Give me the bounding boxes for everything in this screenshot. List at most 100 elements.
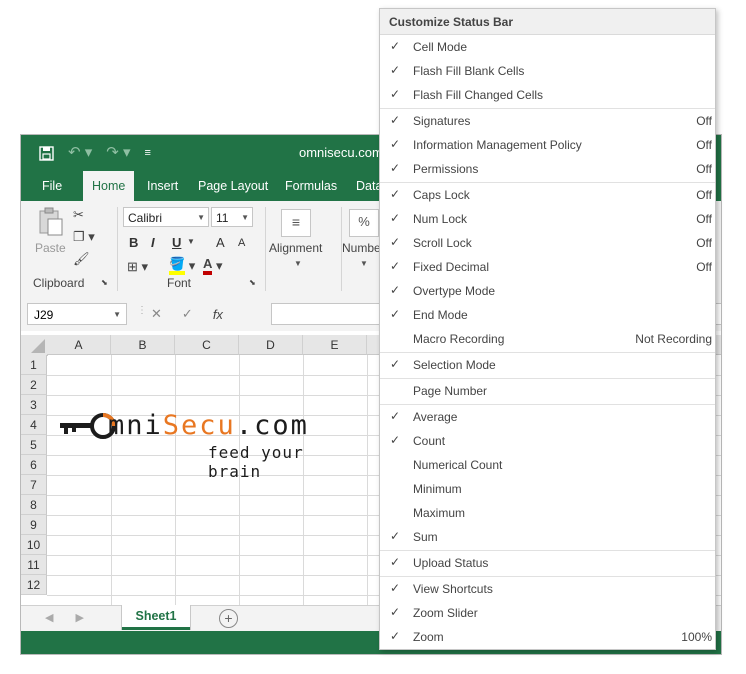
menu-item-overtype-mode[interactable]: ✓ Overtype Mode	[380, 279, 715, 303]
italic-button[interactable]: I	[151, 235, 155, 250]
menu-item-numerical-count[interactable]: Numerical Count	[380, 453, 715, 477]
menu-item-end-mode[interactable]: ✓ End Mode	[380, 303, 715, 327]
tab-page-layout[interactable]: Page Layout	[189, 171, 277, 201]
next-sheet-icon[interactable]: ▶	[75, 611, 83, 624]
menu-item-permissions[interactable]: ✓ Permissions Off	[380, 157, 715, 181]
menu-item-view-shortcuts[interactable]: ✓ View Shortcuts	[380, 577, 715, 601]
increase-font-button[interactable]: A	[216, 235, 225, 250]
copy-icon[interactable]: ❐ ▾	[73, 229, 95, 245]
align-icon: ≡	[281, 209, 311, 237]
row-header[interactable]: 4	[21, 415, 47, 435]
row-header[interactable]: 5	[21, 435, 47, 455]
menu-item-cell-mode[interactable]: ✓ Cell Mode	[380, 35, 715, 59]
menu-item-upload-status[interactable]: ✓ Upload Status	[380, 551, 715, 575]
column-header[interactable]: E	[303, 335, 367, 355]
menu-item-label: Information Management Policy	[413, 138, 582, 152]
row-header[interactable]: 6	[21, 455, 47, 475]
checkmark-icon: ✓	[390, 187, 401, 201]
tab-insert[interactable]: Insert	[138, 171, 187, 201]
paste-label: Paste	[35, 241, 66, 255]
add-sheet-icon[interactable]: +	[219, 609, 238, 628]
checkmark-icon: ✓	[390, 357, 401, 371]
decrease-font-button[interactable]: A	[238, 237, 245, 249]
row-header[interactable]: 10	[21, 535, 47, 555]
checkmark-icon: ✓	[390, 433, 401, 447]
menu-item-value: Not Recording	[635, 332, 712, 346]
menu-item-label: Cell Mode	[413, 40, 468, 54]
underline-button[interactable]: U	[172, 235, 181, 250]
format-painter-icon[interactable]: 🖌	[73, 251, 90, 267]
menu-item-signatures[interactable]: ✓ Signatures Off	[380, 109, 715, 133]
save-icon[interactable]	[39, 145, 54, 161]
row-header[interactable]: 1	[21, 355, 47, 375]
menu-item-label: Page Number	[413, 384, 488, 398]
menu-item-label: Macro Recording	[413, 332, 505, 346]
menu-item-flash-fill-changed-cells[interactable]: ✓ Flash Fill Changed Cells	[380, 83, 715, 107]
alignment-button[interactable]: ≡ Alignment ▼	[269, 207, 333, 271]
menu-item-label: Sum	[413, 530, 438, 544]
menu-item-scroll-lock[interactable]: ✓ Scroll Lock Off	[380, 231, 715, 255]
cut-icon[interactable]: ✂	[73, 207, 84, 223]
insert-function-icon[interactable]: fx	[213, 307, 223, 322]
row-header[interactable]: 8	[21, 495, 47, 515]
chevron-down-icon[interactable]: ▼	[187, 237, 195, 246]
menu-item-value: Off	[696, 212, 712, 226]
menu-item-zoom[interactable]: ✓ Zoom 100%	[380, 625, 715, 649]
dialog-launcher-icon[interactable]: ⬊	[101, 278, 108, 287]
tab-formulas[interactable]: Formulas	[276, 171, 346, 201]
menu-item-zoom-slider[interactable]: ✓ Zoom Slider	[380, 601, 715, 625]
select-all-corner[interactable]	[21, 335, 48, 356]
more-icon: ⋮	[137, 305, 147, 316]
paste-button[interactable]: Paste	[33, 207, 69, 263]
bold-button[interactable]: B	[129, 235, 138, 250]
menu-item-minimum[interactable]: Minimum	[380, 477, 715, 501]
percent-icon: %	[349, 209, 379, 237]
menu-item-page-number[interactable]: Page Number	[380, 379, 715, 403]
font-color-icon[interactable]: A ▾	[203, 257, 223, 275]
row-header[interactable]: 2	[21, 375, 47, 395]
tab-home[interactable]: Home	[83, 171, 135, 201]
fill-color-icon[interactable]: 🪣 ▾	[169, 257, 195, 275]
row-header[interactable]: 9	[21, 515, 47, 535]
customize-qat-icon[interactable]: ≡	[145, 143, 151, 163]
column-header[interactable]: C	[175, 335, 239, 355]
menu-item-information-management-policy[interactable]: ✓ Information Management Policy Off	[380, 133, 715, 157]
checkmark-icon: ✓	[390, 629, 401, 643]
column-header[interactable]: D	[239, 335, 303, 355]
cancel-icon[interactable]: ✕	[151, 306, 162, 322]
tab-file[interactable]: File	[33, 171, 71, 201]
menu-item-flash-fill-blank-cells[interactable]: ✓ Flash Fill Blank Cells	[380, 59, 715, 83]
menu-item-average[interactable]: ✓ Average	[380, 405, 715, 429]
sheet-tab[interactable]: Sheet1	[122, 605, 190, 630]
redo-icon[interactable]: ↷ ▾	[106, 143, 130, 163]
previous-sheet-icon[interactable]: ◀	[45, 611, 53, 624]
borders-icon[interactable]: ⊞ ▾	[127, 259, 148, 275]
menu-item-num-lock[interactable]: ✓ Num Lock Off	[380, 207, 715, 231]
menu-item-label: Scroll Lock	[413, 236, 472, 250]
column-header[interactable]: A	[47, 335, 111, 355]
menu-item-maximum[interactable]: Maximum	[380, 501, 715, 525]
customize-status-bar-menu: Customize Status Bar ✓ Cell Mode ✓ Flash F…	[379, 8, 716, 650]
row-header[interactable]: 7	[21, 475, 47, 495]
column-header[interactable]: B	[111, 335, 175, 355]
undo-icon[interactable]: ↶ ▾	[68, 143, 92, 163]
menu-item-fixed-decimal[interactable]: ✓ Fixed Decimal Off	[380, 255, 715, 279]
clipboard-group-label: Clipboard	[33, 276, 85, 290]
menu-item-caps-lock[interactable]: ✓ Caps Lock Off	[380, 183, 715, 207]
menu-item-sum[interactable]: ✓ Sum	[380, 525, 715, 549]
chevron-down-icon: ▼	[241, 213, 249, 222]
row-header[interactable]: 11	[21, 555, 47, 575]
menu-item-macro-recording[interactable]: Macro Recording Not Recording	[380, 327, 715, 351]
row-header[interactable]: 3	[21, 395, 47, 415]
font-name-dropdown[interactable]: Calibri ▼	[123, 207, 209, 227]
checkmark-icon: ✓	[390, 581, 401, 595]
menu-item-selection-mode[interactable]: ✓ Selection Mode	[380, 353, 715, 377]
row-header[interactable]: 12	[21, 575, 47, 595]
font-size-dropdown[interactable]: 11 ▼	[211, 207, 253, 227]
enter-icon[interactable]: ✓	[182, 306, 193, 322]
name-box[interactable]: J29 ▼	[27, 303, 127, 325]
dialog-launcher-icon[interactable]: ⬊	[249, 278, 256, 287]
menu-item-value: Off	[696, 114, 712, 128]
menu-item-count[interactable]: ✓ Count	[380, 429, 715, 453]
sheet-navigation: ◀ ▶	[45, 611, 84, 624]
